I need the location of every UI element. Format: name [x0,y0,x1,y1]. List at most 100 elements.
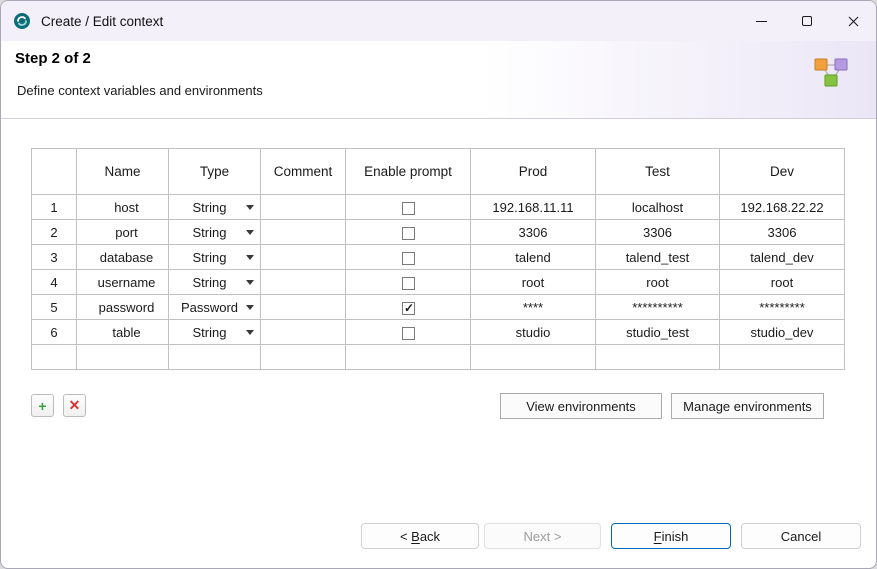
minimize-button[interactable] [738,1,784,41]
name-cell[interactable]: database [77,245,169,270]
finish-button[interactable]: Finish [611,523,731,549]
row-number-cell [32,345,77,370]
prod-cell[interactable]: talend [471,245,596,270]
comment-cell[interactable] [261,245,346,270]
prod-cell[interactable]: root [471,270,596,295]
prompt-cell [346,195,471,220]
header-name: Name [77,149,169,195]
type-dropdown[interactable]: String [169,195,261,220]
add-variable-button[interactable]: + [31,394,54,417]
type-dropdown[interactable]: String [169,220,261,245]
name-cell[interactable]: table [77,320,169,345]
comment-cell [261,345,346,370]
dev-cell[interactable]: studio_dev [720,320,845,345]
prod-cell[interactable]: **** [471,295,596,320]
view-environments-button[interactable]: View environments [500,393,662,419]
enable-prompt-checkbox[interactable] [402,252,415,265]
chevron-down-icon [246,205,254,210]
name-cell[interactable]: port [77,220,169,245]
test-cell[interactable]: root [596,270,720,295]
table-header-row: Name Type Comment Enable prompt Prod Tes… [32,149,845,195]
context-variables-table: Name Type Comment Enable prompt Prod Tes… [31,148,845,370]
type-dropdown[interactable]: String [169,320,261,345]
header-prod: Prod [471,149,596,195]
row-number-cell: 4 [32,270,77,295]
row-number-cell: 5 [32,295,77,320]
enable-prompt-checkbox[interactable] [402,227,415,240]
test-cell[interactable]: ********** [596,295,720,320]
dev-cell[interactable]: 3306 [720,220,845,245]
prompt-cell [346,270,471,295]
back-button[interactable]: < Back [361,523,479,549]
header-row-number [32,149,77,195]
comment-cell[interactable] [261,295,346,320]
test-cell[interactable]: studio_test [596,320,720,345]
dev-cell[interactable]: root [720,270,845,295]
next-button[interactable]: Next > [484,523,601,549]
create-edit-context-dialog: Create / Edit context Step 2 of 2 Define… [0,0,877,569]
dev-cell[interactable]: 192.168.22.22 [720,195,845,220]
table-row: 1 host String 192.168.11.11 localhost 19… [32,195,845,220]
enable-prompt-checkbox[interactable] [402,202,415,215]
maximize-button[interactable] [784,1,830,41]
prompt-cell [346,320,471,345]
prod-cell [471,345,596,370]
name-cell [77,345,169,370]
comment-cell[interactable] [261,270,346,295]
prod-cell[interactable]: 192.168.11.11 [471,195,596,220]
table-row: 6 table String studio studio_test studio… [32,320,845,345]
remove-variable-button[interactable]: ✕ [63,394,86,417]
prompt-cell [346,295,471,320]
header-dev: Dev [720,149,845,195]
type-dropdown[interactable]: String [169,270,261,295]
titlebar: Create / Edit context [1,1,876,41]
type-dropdown[interactable]: Password [169,295,261,320]
maximize-icon [802,16,812,26]
test-cell[interactable]: 3306 [596,220,720,245]
step-title: Step 2 of 2 [15,50,91,67]
close-icon [848,16,859,27]
dev-cell[interactable]: ********* [720,295,845,320]
prod-cell[interactable]: studio [471,320,596,345]
prompt-cell [346,345,471,370]
wizard-banner: Step 2 of 2 Define context variables and… [1,41,876,118]
banner-separator [1,118,876,119]
name-cell[interactable]: host [77,195,169,220]
chevron-down-icon [246,330,254,335]
header-comment: Comment [261,149,346,195]
manage-environments-button[interactable]: Manage environments [671,393,824,419]
comment-cell[interactable] [261,195,346,220]
chevron-down-icon [246,305,254,310]
test-cell[interactable]: localhost [596,195,720,220]
plus-icon: + [38,398,46,414]
header-test: Test [596,149,720,195]
minimize-icon [756,21,767,22]
enable-prompt-checkbox[interactable] [402,327,415,340]
type-dropdown[interactable]: String [169,245,261,270]
enable-prompt-checkbox[interactable] [402,302,415,315]
chevron-down-icon [246,255,254,260]
close-button[interactable] [830,1,876,41]
prod-cell[interactable]: 3306 [471,220,596,245]
empty-table-row [32,345,845,370]
comment-cell[interactable] [261,320,346,345]
test-cell[interactable]: talend_test [596,245,720,270]
prompt-cell [346,220,471,245]
table-row: 2 port String 3306 3306 3306 [32,220,845,245]
cancel-button[interactable]: Cancel [741,523,861,549]
table-row: 4 username String root root root [32,270,845,295]
name-cell[interactable]: username [77,270,169,295]
row-number-cell: 2 [32,220,77,245]
dev-cell [720,345,845,370]
step-subtitle: Define context variables and environment… [17,83,263,98]
test-cell [596,345,720,370]
prompt-cell [346,245,471,270]
row-number-cell: 1 [32,195,77,220]
chevron-down-icon [246,230,254,235]
name-cell[interactable]: password [77,295,169,320]
header-type: Type [169,149,261,195]
table-row: 3 database String talend talend_test tal… [32,245,845,270]
dev-cell[interactable]: talend_dev [720,245,845,270]
enable-prompt-checkbox[interactable] [402,277,415,290]
comment-cell[interactable] [261,220,346,245]
